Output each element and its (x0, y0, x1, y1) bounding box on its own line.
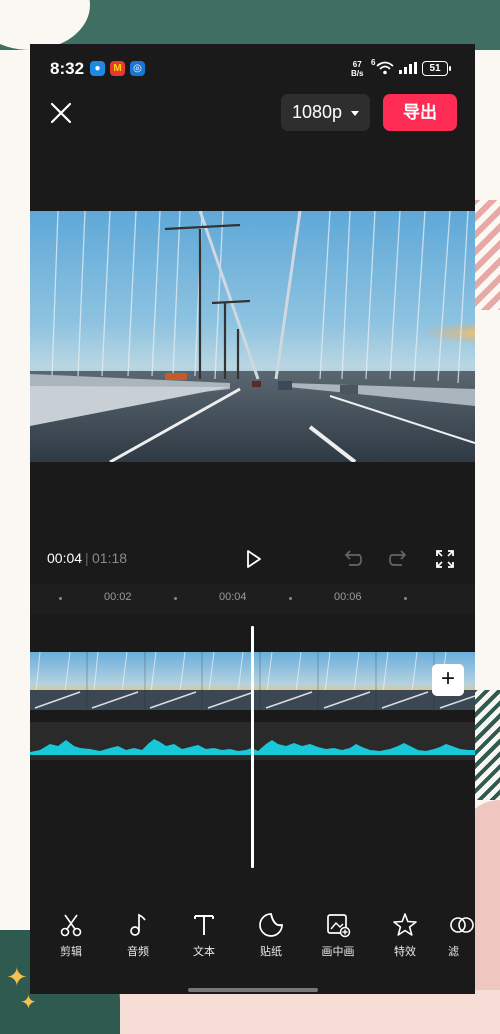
filter-icon (450, 917, 474, 933)
ruler-tick (404, 597, 407, 600)
net-speed-unit: B/s (351, 69, 364, 78)
ruler-tick (174, 597, 177, 600)
wifi-icon (376, 61, 394, 75)
message-icon: ● (90, 61, 105, 76)
tool-label: 剪辑 (60, 946, 82, 958)
tool-label: 音频 (127, 946, 149, 958)
chevron-down-icon (351, 111, 359, 116)
battery-indicator: 51 (422, 61, 451, 76)
tool-filter[interactable]: 滤 (442, 912, 475, 959)
time-ruler[interactable]: 00:02 00:04 00:06 (30, 584, 475, 614)
tool-audio[interactable]: 音频 (113, 912, 163, 959)
sparkle-icon: ✦ (6, 962, 28, 992)
tool-effects[interactable]: 特效 (380, 912, 430, 959)
text-icon (194, 915, 214, 935)
home-indicator[interactable] (188, 988, 318, 992)
fullscreen-icon[interactable] (434, 548, 456, 570)
current-time: 00:04 (47, 550, 83, 566)
mcdonalds-icon: M (110, 61, 125, 76)
total-time: 01:18 (92, 550, 128, 566)
resolution-button[interactable]: 1080p (281, 94, 370, 131)
redo-icon[interactable] (388, 548, 410, 570)
bottom-toolbar: 剪辑 音频 文本 贴纸 画中画 特效 滤 (30, 904, 475, 964)
video-preview[interactable] (30, 211, 475, 462)
scissors-icon (60, 914, 82, 937)
ruler-label: 00:02 (104, 591, 132, 603)
net-speed: 67 B/s (351, 60, 363, 78)
undo-icon[interactable] (341, 548, 363, 570)
tool-label: 滤 (448, 946, 459, 958)
tool-text[interactable]: 文本 (179, 912, 229, 959)
ruler-label: 00:04 (219, 591, 247, 603)
phone-screen: 8:32 ● M ◎ 67 B/s 6 51 1080p 导出 00:04 | … (30, 44, 475, 994)
signal-icon (399, 62, 417, 74)
play-icon[interactable] (242, 548, 264, 570)
ruler-tick (289, 597, 292, 600)
status-bar: 8:32 ● M ◎ 67 B/s 6 51 (30, 44, 475, 92)
sim-label: 6 (371, 58, 376, 67)
backdrop-top (0, 0, 500, 50)
tool-label: 画中画 (321, 946, 355, 958)
tool-pip[interactable]: 画中画 (313, 912, 363, 959)
ruler-label: 00:06 (334, 591, 362, 603)
tool-label: 特效 (394, 946, 416, 958)
backdrop-stripe (472, 200, 500, 310)
music-note-icon (130, 913, 146, 936)
resolution-label: 1080p (292, 102, 343, 122)
sticker-icon (259, 913, 283, 937)
picture-in-picture-icon (327, 914, 351, 938)
timeline[interactable]: + (30, 618, 475, 908)
playback-bar: 00:04 | 01:18 (30, 544, 475, 574)
export-button[interactable]: 导出 (383, 94, 457, 131)
time-separator: | (85, 550, 89, 566)
ruler-tick (59, 597, 62, 600)
tool-sticker[interactable]: 贴纸 (246, 912, 296, 959)
tool-cut[interactable]: 剪辑 (46, 912, 96, 959)
star-effect-icon (393, 913, 417, 936)
tool-label: 文本 (193, 946, 215, 958)
net-speed-value: 67 (352, 60, 362, 69)
playhead[interactable] (251, 626, 254, 868)
add-clip-button[interactable]: + (432, 664, 464, 696)
tool-label: 贴纸 (260, 946, 282, 958)
backdrop-lines (472, 690, 500, 800)
browser-icon: ◎ (130, 61, 145, 76)
close-icon[interactable] (48, 100, 74, 126)
status-time: 8:32 (50, 59, 85, 78)
